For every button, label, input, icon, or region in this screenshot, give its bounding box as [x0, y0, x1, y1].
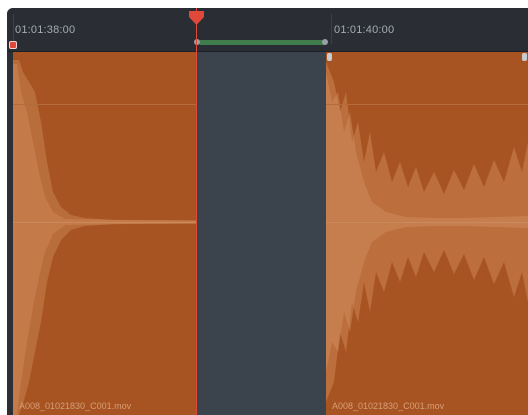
range-start-handle[interactable] — [194, 39, 200, 45]
timeline-panel: 01:01:38:00 01:01:40:00 A008_01021830_C0… — [7, 8, 528, 415]
clip-name: A008_01021830_C001.mov — [19, 401, 132, 411]
waveform-peaks — [13, 64, 196, 415]
clip-divider — [326, 104, 528, 105]
audio-waveform — [13, 60, 196, 415]
ruler-tick — [331, 14, 332, 44]
waveform-centerline — [326, 222, 528, 223]
in-point-marker-icon[interactable] — [9, 41, 17, 49]
range-end-handle[interactable] — [322, 39, 328, 45]
audio-clip[interactable]: A008_01021830_C001.mov — [326, 52, 528, 415]
timecode-label: 01:01:38:00 — [15, 24, 76, 36]
timecode-label: 01:01:40:00 — [334, 24, 395, 36]
waveform-centerline — [13, 222, 196, 223]
screenshot-frame: 01:01:38:00 01:01:40:00 A008_01021830_C0… — [0, 0, 528, 415]
audio-waveform — [326, 62, 528, 402]
timeline-gap — [196, 52, 326, 415]
gap-region[interactable] — [196, 52, 326, 415]
clip-edit-handle[interactable] — [327, 53, 332, 61]
clip-name: A008_01021830_C001.mov — [332, 401, 445, 411]
audio-track-right: A008_01021830_C001.mov — [326, 52, 528, 415]
audio-track-left: A008_01021830_C001.mov — [13, 52, 196, 415]
playhead-line[interactable] — [196, 8, 197, 415]
selection-range-bar[interactable] — [199, 40, 327, 45]
timecode-ruler[interactable]: 01:01:38:00 01:01:40:00 — [7, 8, 528, 52]
clip-divider — [13, 104, 196, 105]
audio-clip[interactable]: A008_01021830_C001.mov — [13, 52, 196, 415]
playhead-handle-icon[interactable] — [188, 10, 205, 26]
clip-edit-handle[interactable] — [522, 53, 527, 61]
ruler-tick — [13, 14, 14, 44]
